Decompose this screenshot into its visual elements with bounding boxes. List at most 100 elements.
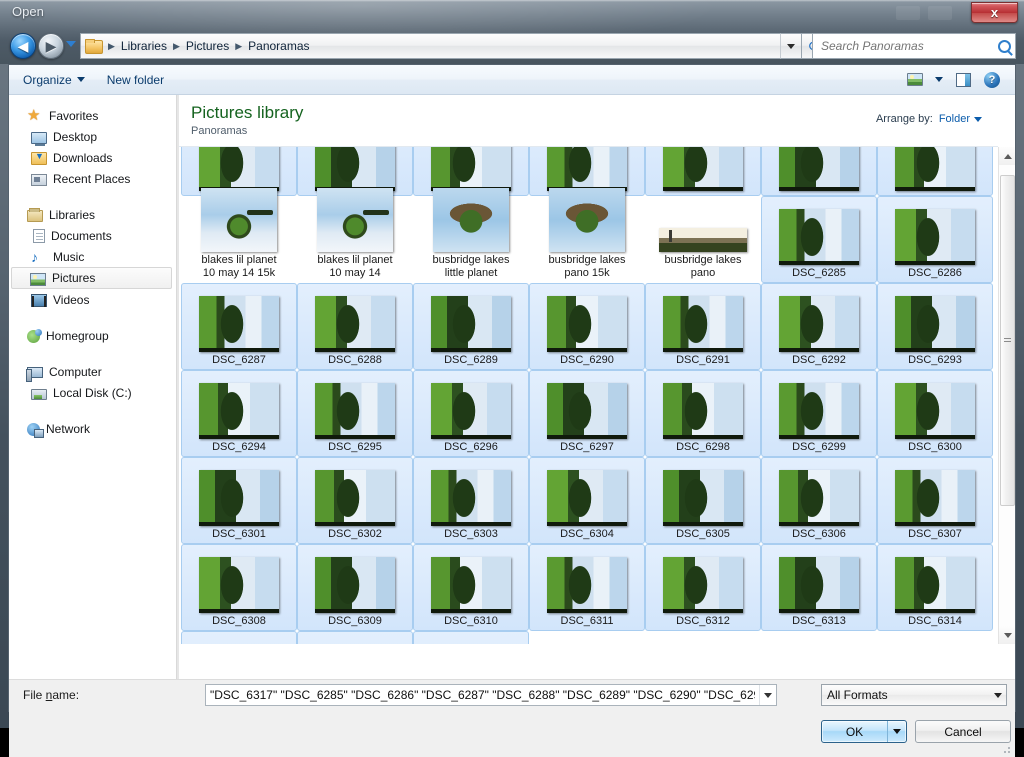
file-item[interactable]: DSC_6285 <box>761 196 877 283</box>
scroll-up-button[interactable] <box>999 147 1015 165</box>
scroll-down-button[interactable] <box>999 626 1015 644</box>
file-item[interactable]: DSC_6313 <box>761 544 877 631</box>
file-item[interactable]: DSC_6299 <box>761 370 877 457</box>
file-item[interactable]: DSC_6308 <box>181 544 297 631</box>
back-button[interactable]: ◀ <box>10 33 36 59</box>
close-button[interactable]: x <box>971 2 1018 23</box>
file-item[interactable] <box>645 147 761 196</box>
file-item[interactable] <box>181 631 297 644</box>
sidebar-item-libraries[interactable]: Libraries <box>9 204 176 225</box>
thumbnail-image <box>315 383 395 439</box>
file-item[interactable]: DSC_6300 <box>877 370 993 457</box>
new-folder-button[interactable]: New folder <box>99 69 172 91</box>
file-item[interactable]: DSC_6293 <box>877 283 993 370</box>
file-item[interactable]: DSC_6296 <box>413 370 529 457</box>
address-history-dropdown[interactable] <box>780 33 802 59</box>
file-item[interactable]: DSC_6311 <box>529 544 645 631</box>
file-item[interactable]: DSC_6305 <box>645 457 761 544</box>
sidebar-item-local-disk-c[interactable]: Local Disk (C:) <box>9 382 176 403</box>
file-item[interactable]: busbridge lakes pano <box>645 196 761 283</box>
sidebar-group-libraries: Libraries Documents ♪ Music Pictures Vid… <box>9 204 176 310</box>
sidebar-item-documents[interactable]: Documents <box>9 225 176 246</box>
file-item[interactable]: DSC_6295 <box>297 370 413 457</box>
breadcrumb-panoramas[interactable]: Panoramas <box>246 39 311 53</box>
file-item[interactable] <box>645 631 761 644</box>
sidebar-item-downloads[interactable]: Downloads <box>9 147 176 168</box>
forward-button[interactable]: ▶ <box>38 33 64 59</box>
resize-grip-icon[interactable] <box>1000 743 1012 755</box>
file-item[interactable]: DSC_6302 <box>297 457 413 544</box>
vertical-scrollbar[interactable] <box>998 147 1015 644</box>
breadcrumb-pictures[interactable]: Pictures <box>184 39 231 53</box>
file-item[interactable]: DSC_6286 <box>877 196 993 283</box>
file-item[interactable]: DSC_6291 <box>645 283 761 370</box>
file-item[interactable]: DSC_6294 <box>181 370 297 457</box>
file-item[interactable]: DSC_6297 <box>529 370 645 457</box>
minimize-button-ghost[interactable] <box>896 6 920 20</box>
file-item[interactable] <box>297 631 413 644</box>
thumbnail-image <box>547 470 627 526</box>
sidebar-item-favorites[interactable]: ★ Favorites <box>9 105 176 126</box>
ok-button-dropdown[interactable] <box>887 721 906 742</box>
preview-pane-button[interactable] <box>950 69 976 91</box>
file-item[interactable]: DSC_6312 <box>645 544 761 631</box>
sidebar-item-recent-places[interactable]: Recent Places <box>9 168 176 189</box>
file-item[interactable]: DSC_6288 <box>297 283 413 370</box>
file-item[interactable]: blakes lil planet 10 may 14 <box>297 188 413 283</box>
file-type-filter-arrow[interactable] <box>989 685 1006 705</box>
file-item[interactable]: DSC_6289 <box>413 283 529 370</box>
file-item[interactable]: DSC_6309 <box>297 544 413 631</box>
maximize-button-ghost[interactable] <box>928 6 952 20</box>
file-item[interactable]: DSC_6303 <box>413 457 529 544</box>
filename-combobox[interactable] <box>205 684 777 706</box>
file-type-filter-dropdown[interactable]: All Formats <box>821 684 1007 706</box>
file-item[interactable]: busbridge lakes little planet <box>413 188 529 283</box>
help-button[interactable]: ? <box>979 69 1005 91</box>
file-item[interactable] <box>529 631 645 644</box>
breadcrumb-address-bar[interactable]: ▶ Libraries ▶ Pictures ▶ Panoramas <box>80 33 780 59</box>
sidebar-item-network[interactable]: Network <box>9 418 176 439</box>
organize-button[interactable]: Organize <box>15 69 93 91</box>
file-item[interactable]: DSC_6304 <box>529 457 645 544</box>
file-item[interactable]: DSC_6310 <box>413 544 529 631</box>
search-box[interactable] <box>812 33 1016 59</box>
filename-dropdown-button[interactable] <box>759 685 776 705</box>
file-item[interactable]: DSC_6287 <box>181 283 297 370</box>
ok-button[interactable]: OK <box>821 720 907 743</box>
scrollbar-thumb[interactable] <box>1000 175 1015 506</box>
thumbnail-container <box>298 458 412 528</box>
file-item[interactable]: DSC_6290 <box>529 283 645 370</box>
file-item[interactable]: DSC_6307 <box>877 457 993 544</box>
arrange-by-dropdown[interactable]: Folder <box>939 113 982 125</box>
file-item[interactable]: DSC_6292 <box>761 283 877 370</box>
file-name-label: blakes lil planet 10 may 14 <box>317 254 393 279</box>
file-item[interactable]: DSC_6306 <box>761 457 877 544</box>
file-name-label: DSC_6292 <box>792 354 846 366</box>
filename-label-post: ame: <box>52 688 80 702</box>
file-item[interactable] <box>761 147 877 196</box>
change-view-dropdown[interactable] <box>931 69 947 91</box>
file-item[interactable] <box>877 147 993 196</box>
search-input[interactable] <box>821 39 994 53</box>
back-arrow-icon: ◀ <box>17 38 29 54</box>
file-item[interactable]: busbridge lakes pano 15k <box>529 188 645 283</box>
sidebar-item-computer[interactable]: Computer <box>9 361 176 382</box>
sidebar-item-homegroup[interactable]: Homegroup <box>9 325 176 346</box>
filename-input[interactable] <box>206 688 759 702</box>
file-item[interactable]: DSC_6314 <box>877 544 993 631</box>
cancel-button[interactable]: Cancel <box>915 720 1011 743</box>
file-item[interactable]: DSC_6301 <box>181 457 297 544</box>
thumbnail-grid-viewport[interactable]: blakes lil planet 10 may 14 15k blakes li… <box>179 147 1001 644</box>
sidebar-item-music[interactable]: ♪ Music <box>9 246 176 267</box>
file-item[interactable]: blakes lil planet 10 may 14 15k <box>181 188 297 283</box>
sidebar-item-pictures[interactable]: Pictures <box>11 267 172 289</box>
sidebar-item-videos[interactable]: Videos <box>9 289 176 310</box>
change-view-button[interactable] <box>902 69 928 91</box>
breadcrumb-libraries[interactable]: Libraries <box>119 39 169 53</box>
sidebar-item-desktop[interactable]: Desktop <box>9 126 176 147</box>
navigation-pane[interactable]: ★ Favorites Desktop Downloads Recent Pla… <box>9 95 177 679</box>
file-item[interactable]: DSC_6298 <box>645 370 761 457</box>
file-item[interactable] <box>413 631 529 644</box>
file-name-label: busbridge lakes pano <box>664 254 742 279</box>
recent-pages-dropdown-icon[interactable] <box>66 41 76 47</box>
